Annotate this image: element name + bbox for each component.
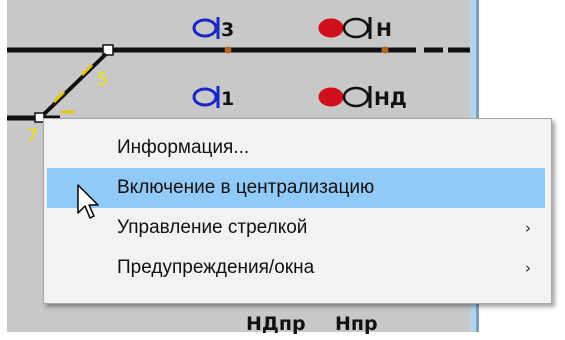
station-window: 5 7 3 Н 1 НД НДпр Нпр Информация... Вклю… — [0, 0, 565, 340]
signal-red-lamp-icon — [318, 87, 344, 107]
signal-3-label: 3 — [221, 19, 234, 41]
insulating-joint — [224, 46, 232, 54]
signal-red-lamp-icon — [318, 18, 344, 38]
signal-1-label: 1 — [221, 88, 234, 110]
menu-item-label: Управление стрелкой — [117, 217, 308, 238]
menu-item-label: Включение в централизацию — [117, 177, 375, 198]
track-label-npr: Нпр — [335, 313, 378, 335]
arrow-cursor-icon — [77, 184, 99, 219]
menu-item-information[interactable]: Информация... — [47, 128, 545, 168]
menu-item-label: Предупреждения/окна — [117, 257, 315, 278]
insulating-joint — [381, 46, 389, 54]
signal-nd-label: НД — [374, 88, 407, 110]
context-menu: Информация... Включение в централизацию … — [43, 118, 552, 304]
menu-item-switch-control[interactable]: Управление стрелкой › — [47, 208, 545, 248]
menu-item-enable-centralization[interactable]: Включение в централизацию — [47, 168, 545, 208]
menu-item-warnings-windows[interactable]: Предупреждения/окна › — [47, 248, 545, 288]
signal-n-label: Н — [376, 19, 392, 41]
switch-5-number: 5 — [97, 70, 108, 90]
switch-7-number: 7 — [27, 126, 38, 146]
track-label-ndpr: НДпр — [246, 313, 306, 335]
chevron-right-icon: › — [525, 219, 531, 237]
chevron-right-icon: › — [525, 259, 531, 277]
menu-item-label: Информация... — [117, 137, 250, 158]
